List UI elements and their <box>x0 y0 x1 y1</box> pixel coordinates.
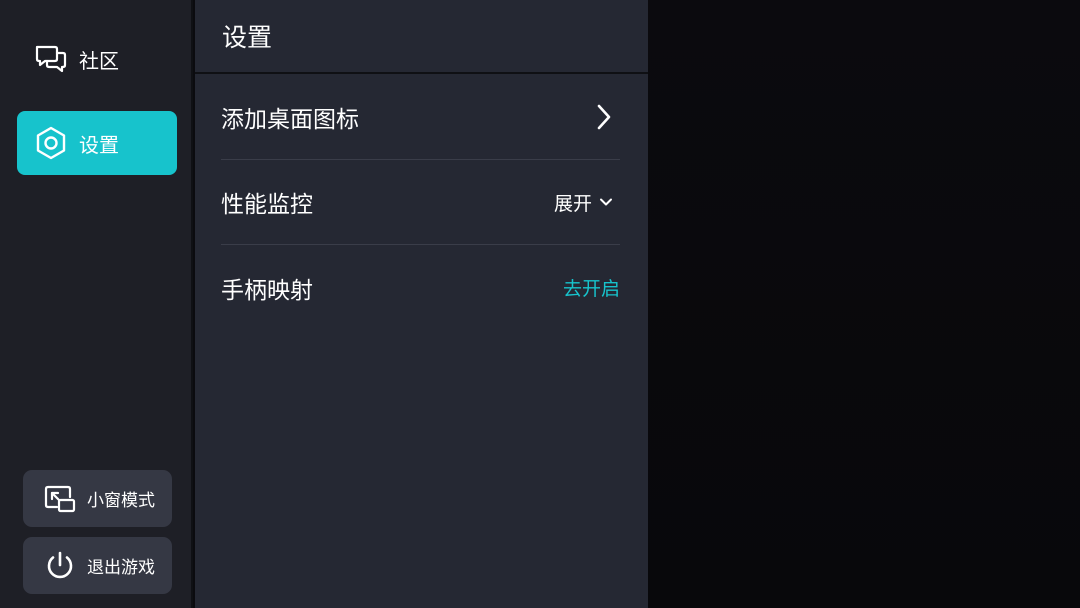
sidebar-item-label: 社区 <box>79 48 119 73</box>
power-icon <box>43 549 77 583</box>
sidebar-item-community[interactable]: 社区 <box>17 27 177 91</box>
panel-header: 设置 <box>195 0 648 74</box>
game-backdrop <box>648 0 1080 608</box>
chevron-down-icon <box>596 192 616 212</box>
exit-game-label: 退出游戏 <box>87 558 155 578</box>
gamepad-mapping-row[interactable]: 手柄映射 去开启 <box>221 245 620 330</box>
sidebar: 社区 设置 小窗模式 退出游戏 <box>0 0 193 608</box>
row-right <box>592 102 620 132</box>
performance-monitor-row[interactable]: 性能监控 展开 <box>221 160 620 245</box>
chevron-right-icon <box>592 102 616 132</box>
picture-in-picture-icon <box>43 482 77 516</box>
settings-panel: 设置 添加桌面图标 性能监控 展开 手柄映射 去开启 <box>195 0 648 608</box>
page-title: 设置 <box>222 23 273 52</box>
expand-label: 展开 <box>553 192 592 215</box>
game-overlay: 社区 设置 小窗模式 退出游戏 设置 添加桌面图标 性能监控 展开 手柄映射 去… <box>0 0 1080 608</box>
sidebar-item-label: 设置 <box>79 132 119 157</box>
row-label: 添加桌面图标 <box>221 107 359 133</box>
add-desktop-icon-row[interactable]: 添加桌面图标 <box>221 75 620 160</box>
expand-dropdown[interactable]: 展开 <box>554 189 620 216</box>
chat-bubbles-icon <box>33 41 69 77</box>
hexagon-settings-icon <box>33 125 69 161</box>
sidebar-item-settings[interactable]: 设置 <box>17 111 177 175</box>
enable-link[interactable]: 去开启 <box>563 274 620 301</box>
mini-window-label: 小窗模式 <box>87 491 155 511</box>
exit-game-button[interactable]: 退出游戏 <box>23 537 172 594</box>
row-label: 手柄映射 <box>221 277 313 304</box>
row-label: 性能监控 <box>221 192 313 218</box>
mini-window-button[interactable]: 小窗模式 <box>23 470 172 527</box>
